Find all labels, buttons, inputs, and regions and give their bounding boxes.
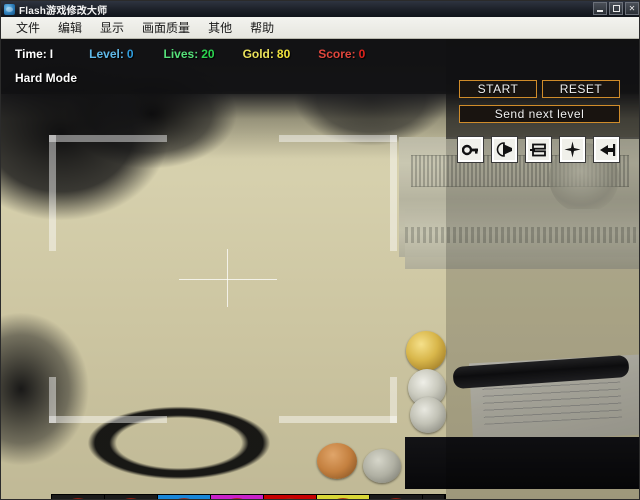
tool-icon-bar [457,136,620,163]
gold-coin-photo [406,331,446,371]
menu-item-other[interactable]: 其他 [199,17,241,38]
status-level: Level: 0 [89,47,133,61]
crosshair-horizontal [179,279,277,280]
silver-coin-photo-2 [410,397,446,433]
creep-type-bar: NORMAL NORMAL GROUP IMMUNE FAST FLYING [51,494,446,499]
path-bracket-top-right-v [390,135,397,251]
window-controls: ✕ [593,2,639,15]
creep-button-normal-2[interactable]: NORMAL [105,495,158,499]
score-label: Score: [318,47,356,61]
lives-label: Lives: [163,47,199,61]
stacked-bars-icon[interactable] [525,136,552,163]
menu-item-file[interactable]: 文件 [7,17,49,38]
creep-button-group[interactable]: GROUP [158,495,211,499]
game-stage[interactable]: Time: I Level: 0 Lives: 20 Gold: 80 Scor… [1,39,639,499]
status-gold: Gold: 80 [243,47,291,61]
status-score: Score: 0 [318,47,365,61]
menu-item-help[interactable]: 帮助 [241,17,283,38]
menu-item-display[interactable]: 显示 [91,17,133,38]
minimize-button[interactable] [593,2,607,15]
creep-button-fast[interactable]: FAST [264,495,317,499]
creep-button-normal-1[interactable]: NORMAL [52,495,105,499]
creep-button-boss[interactable]: BOSS [370,495,423,499]
path-bracket-top-left-v [49,135,56,251]
score-value: 0 [358,47,366,61]
crosshair-vertical [227,249,228,307]
path-bracket-top-right-h [279,135,397,142]
key-icon[interactable] [457,136,484,163]
level-label: Level: [89,47,124,61]
gold-value: 80 [276,47,291,61]
close-icon[interactable]: ✕ [625,2,639,15]
lives-value: 20 [201,47,215,61]
creep-button-flying[interactable]: FLYING [317,495,370,499]
grey-coin-photo [363,449,401,483]
gold-label: Gold: [242,47,274,61]
creep-button-next[interactable]: N [423,495,445,499]
application-window: Flash游戏修改大师 ✕ 文件 编辑 显示 画面质量 其他 帮助 Time: … [0,0,640,500]
title-bar: Flash游戏修改大师 ✕ [1,1,639,17]
time-value: I [49,47,54,61]
status-bar: Time: I Level: 0 Lives: 20 Gold: 80 Scor… [1,43,446,65]
path-bracket-bottom-left-h [49,416,167,423]
menu-item-edit[interactable]: 编辑 [49,17,91,38]
creep-button-immune[interactable]: IMMUNE [211,495,264,499]
globe-icon [4,3,15,15]
beam-cone-icon[interactable] [491,136,518,163]
arrow-into-box-icon[interactable] [593,136,620,163]
start-button[interactable]: START [459,80,537,98]
menu-item-quality[interactable]: 画面质量 [133,17,199,38]
path-bracket-top-left-h [49,135,167,142]
time-label: Time: [15,47,47,61]
window-title: Flash游戏修改大师 [19,5,108,17]
menu-bar: 文件 编辑 显示 画面质量 其他 帮助 [1,17,639,39]
maximize-button[interactable] [609,2,623,15]
sparkle-star-icon[interactable] [559,136,586,163]
send-next-level-button[interactable]: Send next level [459,105,620,123]
reset-button[interactable]: RESET [542,80,620,98]
path-bracket-bottom-right-h [279,416,397,423]
close-glyph: ✕ [628,3,636,13]
status-lives: Lives: 20 [164,47,215,61]
level-value: 0 [126,47,134,61]
status-time: Time: I [15,47,53,61]
difficulty-label: Hard Mode [15,71,78,85]
copper-coin-photo [317,443,357,479]
